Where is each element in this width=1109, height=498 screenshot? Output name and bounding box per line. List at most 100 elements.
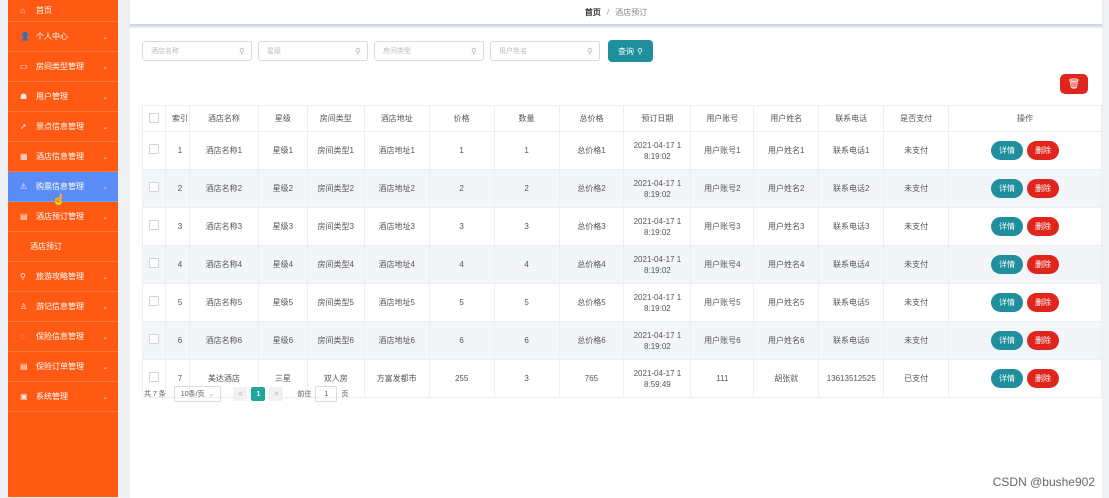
table-cell: 星级3 [257, 207, 308, 246]
actions-cell: 详情 删除 [948, 283, 1102, 322]
column-header: 联系电话 [818, 105, 885, 132]
table-row: 1 酒店名称1 星级1 房间类型1 酒店地址1 1 1 总价格1 2021-04-17 1 8:… [142, 131, 1102, 170]
table-cell: 星级4 [257, 245, 308, 284]
cell-text: 5 [459, 298, 464, 307]
delete-button[interactable]: 删除 [1027, 217, 1060, 236]
sidebar-item-11[interactable]: ◌ 保险信息管理 ⌄ [8, 322, 118, 352]
cell-text: 2021-04-17 1 8:19:02 [633, 140, 682, 161]
prev-page-button[interactable]: < [233, 387, 248, 401]
cell-text: 4 [524, 260, 529, 269]
column-header: 总价格 [558, 105, 625, 132]
sidebar-item-3[interactable]: ☗ 用户管理 ⌄ [8, 82, 118, 112]
table-cell: 已支付 [883, 359, 950, 398]
sidebar: ⌂ 首页 👤 个人中心 ⌄ ▭ 房间类型管理 ⌄ ☗ 用户管理 ⌄ ➚ 景点信息管理 ⌄ ▦ 酒店信息管理 ⌄ ⚠… [8, 0, 118, 497]
sidebar-item-9[interactable]: ⚲ 旅游攻略管理 ⌄ [8, 262, 118, 292]
cell-text: 总价格1 [577, 146, 606, 155]
row-checkbox[interactable] [148, 334, 159, 344]
sidebar-item-label: 系统管理 [36, 392, 68, 401]
main-area: 首页 / 酒店预订 ⚲ ⚲ ⚲ ⚲ 查询 ⚲ [118, 0, 1109, 498]
sidebar-item-7[interactable]: ▤ 酒店预订管理 ⌄ [8, 202, 118, 232]
cell-text: 星级2 [272, 184, 294, 193]
cell-text: 房间类型2 [317, 184, 354, 193]
cell-text: 酒店地址6 [378, 336, 415, 345]
detail-button[interactable]: 详情 [991, 179, 1024, 198]
room-type-input[interactable] [381, 46, 471, 56]
chevron-down-icon: ⌄ [102, 183, 108, 191]
delete-button[interactable]: 删除 [1027, 141, 1060, 160]
row-checkbox[interactable] [148, 372, 159, 382]
username-input[interactable] [497, 46, 587, 56]
sidebar-item-label: 用户管理 [36, 92, 68, 101]
cell-text: 胡张就 [774, 374, 799, 383]
delete-button[interactable]: 删除 [1027, 331, 1060, 350]
table-cell: 5 [428, 283, 495, 322]
search-icon: ⚲ [471, 46, 477, 56]
table-cell: 用户账号4 [690, 245, 755, 284]
row-checkbox[interactable] [148, 296, 159, 306]
sidebar-item-1[interactable]: 👤 个人中心 ⌄ [8, 22, 118, 52]
sidebar-item-10[interactable]: ♙ 游记信息管理 ⌄ [8, 292, 118, 322]
sidebar-item-0[interactable]: ⌂ 首页 [8, 0, 118, 22]
cell-text: 未支付 [904, 298, 929, 307]
row-checkbox[interactable] [148, 182, 159, 192]
row-checkbox[interactable] [148, 220, 159, 230]
table-cell: 用户姓名6 [753, 321, 820, 360]
cell-text: 总价格3 [577, 222, 606, 231]
table-cell: 2021-04-17 1 8:19:02 [623, 321, 692, 360]
table-cell: 总价格1 [558, 131, 625, 170]
goto-page-input[interactable]: 1 [315, 386, 338, 402]
detail-button[interactable]: 详情 [991, 217, 1024, 236]
table-cell: 星级1 [257, 131, 308, 170]
delete-button[interactable]: 删除 [1027, 179, 1060, 198]
delete-button[interactable]: 删除 [1027, 255, 1060, 274]
home-icon: ⌂ [20, 6, 25, 15]
cell-text: 3 [524, 374, 529, 383]
sidebar-item-12[interactable]: ▤ 保险订单管理 ⌄ [8, 352, 118, 382]
detail-button[interactable]: 详情 [991, 141, 1024, 160]
detail-button[interactable]: 详情 [991, 369, 1024, 388]
page-number-current[interactable]: 1 [251, 387, 266, 401]
cell-text: 未支付 [904, 222, 929, 231]
sidebar-item-2[interactable]: ▭ 房间类型管理 ⌄ [8, 52, 118, 82]
sidebar-item-4[interactable]: ➚ 景点信息管理 ⌄ [8, 112, 118, 142]
select-all-checkbox[interactable] [148, 112, 159, 123]
actions-cell: 详情 删除 [948, 131, 1102, 170]
cell-text: 2 [524, 184, 529, 193]
hotel-name-input[interactable] [149, 46, 239, 56]
table-cell: 联系电话5 [818, 283, 885, 322]
cell-text: 酒店名称5 [205, 298, 243, 307]
cell-text: 联系电话5 [832, 298, 870, 307]
table-cell: 3 [493, 207, 560, 246]
next-page-button[interactable]: > [269, 387, 284, 401]
delete-button[interactable]: 删除 [1027, 293, 1060, 312]
column-header: 星级 [257, 105, 308, 132]
query-button[interactable]: 查询 ⚲ [608, 40, 653, 62]
sidebar-item-5[interactable]: ▦ 酒店信息管理 ⌄ [8, 142, 118, 172]
circle-icon: ◌ [20, 332, 25, 341]
detail-button[interactable]: 详情 [991, 293, 1024, 312]
cell-text: 4 [177, 260, 183, 269]
row-checkbox[interactable] [148, 258, 159, 268]
page-size-select[interactable]: 10条/页 ⌄ [173, 386, 222, 402]
search-icon: ⚲ [587, 46, 593, 56]
table-cell: 总价格6 [558, 321, 625, 360]
table-row: 6 酒店名称6 星级6 房间类型6 酒店地址6 6 6 总价格6 2021-04-17 1 8:… [142, 321, 1102, 360]
page-size-value: 10条/页 [180, 391, 205, 398]
chevron-down-icon: ⌄ [208, 391, 215, 398]
chevron-down-icon: ⌄ [102, 303, 108, 311]
chevron-down-icon: ⌄ [102, 153, 108, 161]
table-cell: 用户姓名4 [753, 245, 820, 284]
cell-text: 已支付 [904, 374, 929, 383]
sidebar-subitem-8[interactable]: 酒店预订 [8, 232, 118, 262]
star-input[interactable] [265, 46, 355, 56]
row-checkbox[interactable] [148, 144, 159, 154]
cell-text: 用户姓名1 [768, 146, 805, 155]
batch-delete-button[interactable]: 🗑 [1060, 74, 1088, 94]
cell-text: 总价格4 [577, 260, 606, 269]
detail-button[interactable]: 详情 [991, 255, 1024, 274]
sidebar-item-13[interactable]: ▣ 系统管理 ⌄ [8, 382, 118, 412]
breadcrumb-home[interactable]: 首页 [585, 7, 601, 18]
detail-button[interactable]: 详情 [991, 331, 1024, 350]
chevron-down-icon: ⌄ [102, 393, 108, 401]
delete-button[interactable]: 删除 [1027, 369, 1060, 388]
